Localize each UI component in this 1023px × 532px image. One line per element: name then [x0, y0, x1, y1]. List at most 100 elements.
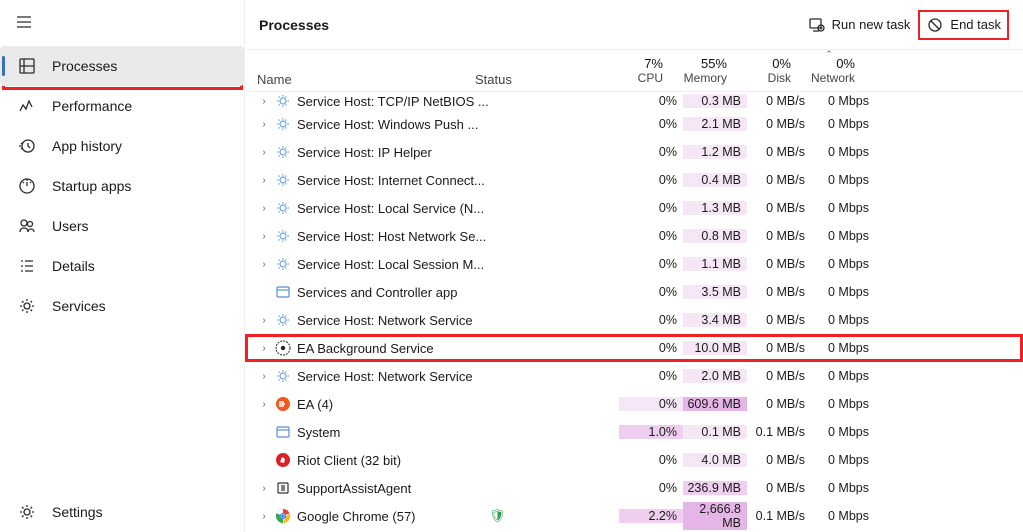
cpu-cell: 0% — [619, 313, 683, 327]
nav-processes[interactable]: Processes — [0, 46, 244, 86]
end-task-button[interactable]: End task — [918, 10, 1009, 40]
startup-icon — [18, 177, 36, 195]
disk-cell: 0 MB/s — [747, 145, 811, 159]
disk-cell: 0 MB/s — [747, 201, 811, 215]
end-task-label: End task — [950, 17, 1001, 32]
expand-toggle[interactable]: › — [257, 259, 271, 270]
memory-cell: 1.1 MB — [683, 257, 747, 271]
run-task-label: Run new task — [832, 17, 911, 32]
cpu-cell: 0% — [619, 117, 683, 131]
process-name: Riot Client (32 bit) — [297, 453, 489, 468]
table-row[interactable]: ›Service Host: TCP/IP NetBIOS ...0%0.3 M… — [245, 92, 1023, 110]
main-panel: Processes Run new task End task Name Sta… — [245, 0, 1023, 532]
col-network[interactable]: ⌃ 0%Network — [797, 50, 861, 91]
cpu-cell: 0% — [619, 481, 683, 495]
sort-caret-icon: ⌃ — [825, 49, 833, 60]
cpu-cell: 0% — [619, 397, 683, 411]
disk-cell: 0 MB/s — [747, 453, 811, 467]
cpu-cell: 2.2% — [619, 509, 683, 523]
process-icon — [275, 172, 291, 188]
expand-toggle[interactable]: › — [257, 511, 271, 522]
table-row[interactable]: ›SupportAssistAgent0%236.9 MB0 MB/s0 Mbp… — [245, 474, 1023, 502]
col-status[interactable]: Status — [475, 50, 605, 91]
table-row[interactable]: ›Service Host: Network Service0%3.4 MB0 … — [245, 306, 1023, 334]
col-disk[interactable]: 0%Disk — [733, 50, 797, 91]
table-row[interactable]: Riot Client (32 bit)0%4.0 MB0 MB/s0 Mbps — [245, 446, 1023, 474]
nav-app-history[interactable]: App history — [0, 126, 244, 166]
col-memory[interactable]: 55%Memory — [669, 50, 733, 91]
nav-label: Performance — [52, 98, 132, 114]
network-cell: 0 Mbps — [811, 257, 875, 271]
nav-list: Processes Performance App history Startu… — [0, 46, 244, 326]
network-cell: 0 Mbps — [811, 94, 875, 108]
cpu-cell: 0% — [619, 94, 683, 108]
network-cell: 0 Mbps — [811, 509, 875, 523]
memory-cell: 4.0 MB — [683, 453, 747, 467]
hamburger-button[interactable] — [4, 4, 44, 40]
process-name: Service Host: Local Service (N... — [297, 201, 489, 216]
disk-cell: 0 MB/s — [747, 481, 811, 495]
shield-icon: 🛡 — [489, 508, 506, 523]
table-row[interactable]: ›Service Host: IP Helper0%1.2 MB0 MB/s0 … — [245, 138, 1023, 166]
memory-cell: 3.4 MB — [683, 313, 747, 327]
nav-label: Services — [52, 298, 106, 314]
cpu-cell: 0% — [619, 201, 683, 215]
network-cell: 0 Mbps — [811, 117, 875, 131]
process-name: EA (4) — [297, 397, 489, 412]
table-row[interactable]: ›EA Background Service0%10.0 MB0 MB/s0 M… — [245, 334, 1023, 362]
nav-details[interactable]: Details — [0, 246, 244, 286]
table-header: Name Status 7%CPU 55%Memory 0%Disk ⌃ 0%N… — [245, 50, 1023, 92]
users-icon — [18, 217, 36, 235]
run-new-task-button[interactable]: Run new task — [800, 10, 919, 40]
nav-performance[interactable]: Performance — [0, 86, 244, 126]
expand-toggle[interactable]: › — [257, 343, 271, 354]
memory-cell: 2,666.8 MB — [683, 502, 747, 530]
cpu-cell: 0% — [619, 341, 683, 355]
sidebar: Processes Performance App history Startu… — [0, 0, 245, 532]
expand-toggle[interactable]: › — [257, 96, 271, 107]
disk-cell: 0 MB/s — [747, 285, 811, 299]
table-row[interactable]: ›Google Chrome (57)🛡2.2%2,666.8 MB0.1 MB… — [245, 502, 1023, 530]
expand-toggle[interactable]: › — [257, 371, 271, 382]
process-name: Services and Controller app — [297, 285, 489, 300]
expand-toggle[interactable]: › — [257, 399, 271, 410]
expand-toggle[interactable]: › — [257, 175, 271, 186]
process-name: System — [297, 425, 489, 440]
nav-settings[interactable]: Settings — [0, 492, 244, 532]
memory-cell: 0.8 MB — [683, 229, 747, 243]
table-row[interactable]: ›EA (4)0%609.6 MB0 MB/s0 Mbps — [245, 390, 1023, 418]
nav-label: Users — [52, 218, 89, 234]
network-cell: 0 Mbps — [811, 453, 875, 467]
table-row[interactable]: ›Service Host: Internet Connect...0%0.4 … — [245, 166, 1023, 194]
cpu-cell: 0% — [619, 145, 683, 159]
expand-toggle[interactable]: › — [257, 315, 271, 326]
run-task-icon — [808, 16, 826, 34]
nav-label: App history — [52, 138, 122, 154]
table-row[interactable]: ›Service Host: Local Service (N...0%1.3 … — [245, 194, 1023, 222]
table-row[interactable]: Services and Controller app0%3.5 MB0 MB/… — [245, 278, 1023, 306]
table-row[interactable]: System1.0%0.1 MB0.1 MB/s0 Mbps — [245, 418, 1023, 446]
process-icon — [275, 284, 291, 300]
memory-cell: 0.1 MB — [683, 425, 747, 439]
nav-users[interactable]: Users — [0, 206, 244, 246]
memory-cell: 10.0 MB — [683, 341, 747, 355]
expand-toggle[interactable]: › — [257, 231, 271, 242]
col-cpu[interactable]: 7%CPU — [605, 50, 669, 91]
process-icon — [275, 424, 291, 440]
expand-toggle[interactable]: › — [257, 147, 271, 158]
nav-services[interactable]: Services — [0, 286, 244, 326]
expand-toggle[interactable]: › — [257, 483, 271, 494]
table-row[interactable]: ›Service Host: Local Session M...0%1.1 M… — [245, 250, 1023, 278]
expand-toggle[interactable]: › — [257, 119, 271, 130]
process-icon — [275, 116, 291, 132]
network-cell: 0 Mbps — [811, 397, 875, 411]
nav-startup-apps[interactable]: Startup apps — [0, 166, 244, 206]
table-row[interactable]: ›Service Host: Network Service0%2.0 MB0 … — [245, 362, 1023, 390]
process-icon — [275, 508, 291, 524]
col-name[interactable]: Name — [257, 50, 475, 91]
table-row[interactable]: ›Service Host: Windows Push ...0%2.1 MB0… — [245, 110, 1023, 138]
expand-toggle[interactable]: › — [257, 203, 271, 214]
memory-cell: 236.9 MB — [683, 481, 747, 495]
process-name: Service Host: Network Service — [297, 313, 489, 328]
table-row[interactable]: ›Service Host: Host Network Se...0%0.8 M… — [245, 222, 1023, 250]
